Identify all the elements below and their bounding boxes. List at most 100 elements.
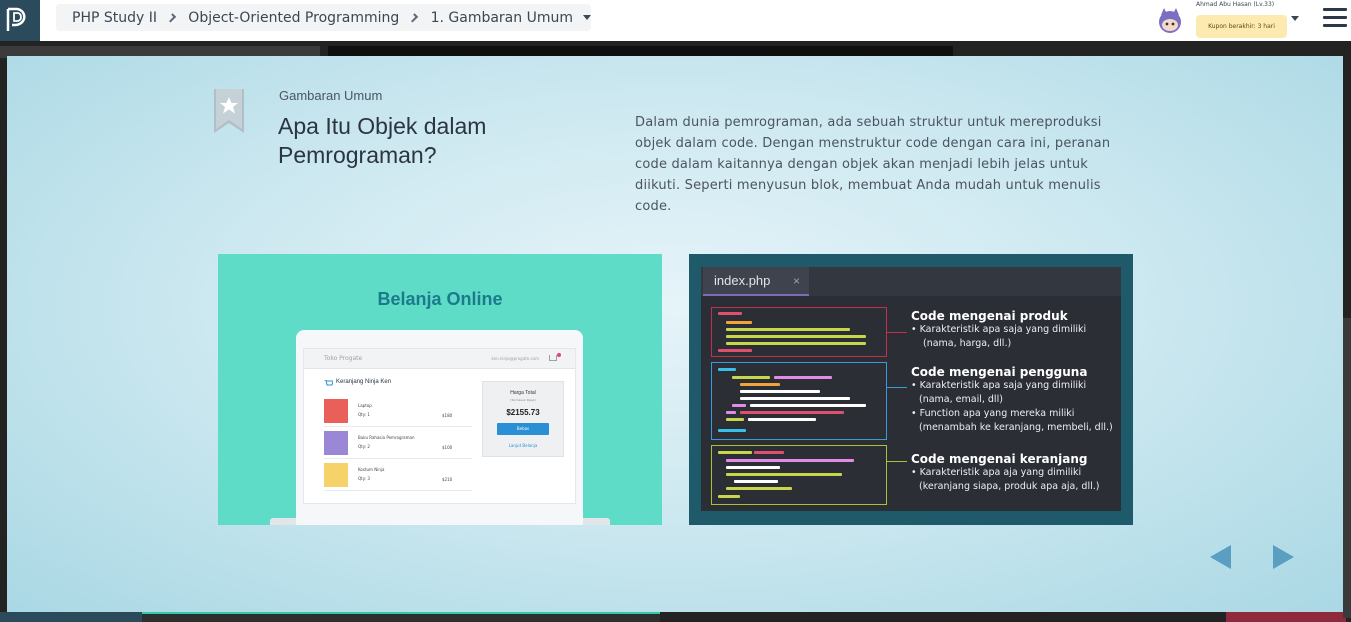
breadcrumb-lesson[interactable]: 1. Gambaran Umum — [431, 10, 573, 26]
cart-item: Laptop Qty: 1 $180 — [324, 397, 472, 427]
code-line — [754, 451, 784, 454]
pay-button: Bebas — [497, 423, 549, 435]
annotation-line: • Karakteristik apa saja yang dimiliki — [911, 380, 1087, 391]
annotation-title: Code mengenai keranjang — [911, 452, 1088, 466]
code-block-product — [711, 307, 887, 357]
cart-title: Keranjang Ninja Ken — [336, 379, 392, 385]
code-line — [718, 429, 746, 432]
notification-dot — [557, 353, 561, 357]
store-email: ken.ninja@progate.com — [491, 356, 539, 361]
caret-down-icon[interactable] — [582, 15, 591, 20]
screen-header: Toko Progate ken.ninja@progate.com — [304, 349, 575, 369]
item-price: $180 — [442, 413, 453, 418]
top-header: PHP Study II Object-Oriented Programming… — [0, 0, 1351, 41]
shop-illustration-title: Belanja Online — [377, 289, 503, 309]
code-line — [740, 397, 850, 400]
cart-icon — [324, 380, 333, 386]
progate-logo[interactable] — [0, 0, 40, 41]
code-line — [718, 495, 740, 498]
item-name: Buku Rahasia Pemrograman — [358, 435, 415, 440]
code-line — [718, 349, 752, 352]
annotation-user: Code mengenai pengguna • Karakteristik a… — [911, 365, 1113, 435]
next-slide-button[interactable] — [1273, 545, 1294, 569]
code-line — [750, 404, 866, 407]
close-icon: × — [792, 274, 800, 288]
caret-down-icon[interactable] — [1291, 16, 1299, 21]
item-name: Kostum Ninja — [358, 467, 385, 472]
code-line — [726, 418, 744, 421]
item-price: $210 — [442, 477, 453, 482]
code-block-user — [711, 362, 887, 440]
item-thumbnail — [324, 463, 348, 487]
editor-tab-label: index.php — [714, 273, 771, 288]
slide-subtitle: Gambaran Umum — [279, 88, 383, 103]
code-line — [740, 383, 780, 386]
cart-item: Buku Rahasia Pemrograman Qty: 2 $100 — [324, 429, 472, 459]
total-label: Harga Total — [510, 390, 536, 396]
code-line — [726, 335, 866, 338]
background-panel — [0, 612, 142, 622]
total-box: Harga Total (Termasuk Pajak) $2155.73 Be… — [482, 381, 564, 457]
code-line — [726, 459, 854, 462]
annotation-line: • Function apa yang mereka miliki — [911, 408, 1075, 419]
editor-tabbar: index.php × — [701, 267, 1121, 296]
logo-icon — [6, 7, 26, 31]
avatar[interactable] — [1155, 6, 1185, 36]
code-line — [726, 328, 850, 331]
annotation-line: (keranjang siapa, produk apa aja, dll.) — [919, 481, 1100, 492]
hamburger-menu-icon[interactable] — [1323, 8, 1347, 30]
code-line — [726, 466, 780, 469]
continue-shopping-link: Lanjut Belanja — [508, 443, 538, 448]
code-line — [718, 312, 742, 315]
store-name: Toko Progate — [324, 355, 363, 362]
code-line — [740, 390, 820, 393]
annotation-line: (menambah ke keranjang, membeli, dll.) — [919, 422, 1113, 433]
code-line — [718, 368, 736, 371]
code-block-cart — [711, 445, 887, 505]
item-thumbnail — [324, 399, 348, 423]
code-line — [774, 376, 832, 379]
annotation-line: (nama, harga, dll.) — [923, 338, 1012, 349]
cart-icon — [549, 355, 557, 361]
code-line — [732, 404, 746, 407]
editor-tab: index.php × — [703, 267, 809, 296]
laptop: Toko Progate ken.ninja@progate.com Keran… — [296, 330, 583, 525]
cart-item: Kostum Ninja Qty: 3 $210 — [324, 461, 472, 491]
item-thumbnail — [324, 431, 348, 455]
code-line — [726, 321, 752, 324]
previous-slide-button[interactable] — [1210, 545, 1231, 569]
code-line — [732, 376, 770, 379]
code-line — [748, 418, 816, 421]
item-name: Laptop — [358, 403, 372, 408]
annotation-line: • Karakteristik apa aja yang dimiliki — [911, 467, 1082, 478]
shop-illustration: Belanja Online Toko Progate ken.ninja@pr… — [218, 254, 662, 525]
breadcrumb: PHP Study II Object-Oriented Programming… — [56, 4, 591, 31]
background-panel — [142, 612, 660, 622]
item-qty: Qty: 3 — [358, 476, 370, 481]
item-qty: Qty: 2 — [358, 444, 370, 449]
code-line — [718, 451, 752, 454]
breadcrumb-chapter[interactable]: Object-Oriented Programming — [188, 10, 399, 26]
coupon-badge: Kupon berakhir: 3 hari — [1196, 15, 1287, 38]
total-subtext: (Termasuk Pajak) — [510, 398, 536, 402]
annotation-title: Code mengenai produk — [911, 309, 1068, 323]
user-name[interactable]: Ahmad Abu Hasan (Lv.33) — [1196, 1, 1274, 8]
annotation-title: Code mengenai pengguna — [911, 365, 1088, 379]
slide-title: Apa Itu Objek dalam Pemrograman? — [278, 113, 487, 168]
code-line — [740, 411, 844, 414]
annotation-line: • Karakteristik apa saja yang dimiliki — [911, 324, 1087, 335]
code-line — [726, 342, 866, 345]
code-line — [726, 473, 842, 476]
breadcrumb-course[interactable]: PHP Study II — [72, 10, 157, 26]
bookmark-star-icon — [214, 89, 244, 133]
annotation-line: (nama, email, dll) — [919, 394, 1003, 405]
connector-line — [887, 387, 907, 388]
slide-description: Dalam dunia pemrograman, ada sebuah stru… — [635, 115, 1111, 214]
annotation-product: Code mengenai produk • Karakteristik apa… — [911, 309, 1086, 351]
item-qty: Qty: 1 — [358, 412, 370, 417]
chevron-right-icon — [166, 12, 177, 23]
annotation-cart: Code mengenai keranjang • Karakteristik … — [911, 452, 1099, 494]
background-scrollbar — [1343, 318, 1351, 618]
code-line — [726, 487, 792, 490]
connector-line — [887, 461, 907, 462]
